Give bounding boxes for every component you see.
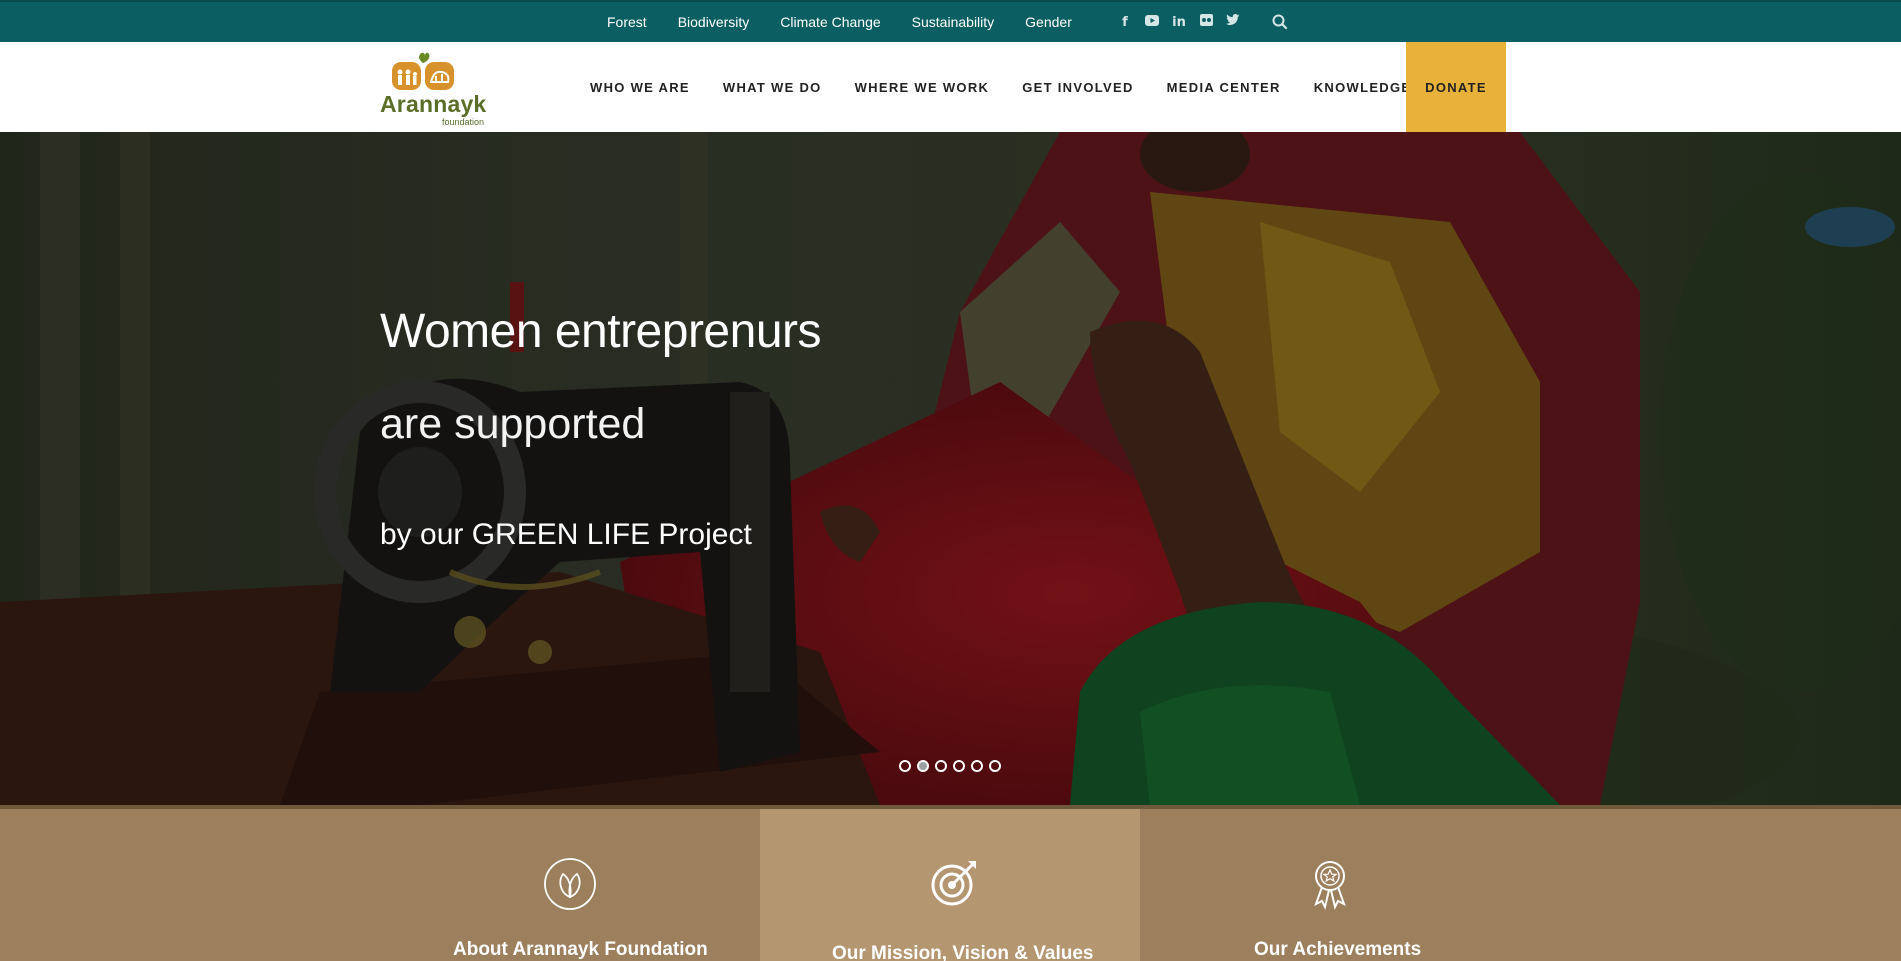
nav-get-involved[interactable]: GET INVOLVED	[1022, 80, 1133, 95]
slider-dot[interactable]	[953, 760, 965, 772]
hero-tagline: by our GREEN LIFE Project	[380, 518, 752, 551]
nav-who-we-are[interactable]: WHO WE ARE	[590, 80, 690, 95]
search-icon[interactable]	[1271, 13, 1289, 31]
twitter-icon[interactable]	[1225, 14, 1241, 30]
hero-subheading: are supported	[380, 400, 646, 448]
slider-dot[interactable]	[935, 760, 947, 772]
site-logo[interactable]: Arannayk foundation	[378, 52, 486, 127]
slider-pagination	[899, 760, 1001, 772]
topic-link-forest[interactable]: Forest	[607, 14, 647, 30]
hero-slider: Women entreprenurs are supported by our …	[0, 132, 1901, 805]
feature-title: Our Achievements	[1254, 939, 1422, 960]
top-utility-bar: Forest Biodiversity Climate Change Susta…	[0, 0, 1901, 42]
logo-mark-icon	[392, 52, 454, 90]
slider-dot-active[interactable]	[917, 760, 929, 772]
facebook-icon[interactable]: f	[1117, 15, 1133, 30]
flickr-icon[interactable]	[1198, 14, 1214, 30]
donate-button[interactable]: DONATE	[1406, 42, 1506, 132]
main-header: Arannayk foundation WHO WE ARE WHAT WE D…	[0, 42, 1901, 132]
slider-dot[interactable]	[971, 760, 983, 772]
logo-wordmark: Arannayk	[380, 91, 487, 117]
social-links: f in	[1117, 2, 1241, 42]
feature-about[interactable]: About Arannayk Foundation	[0, 809, 760, 961]
hero-background-image	[0, 132, 1901, 805]
target-icon	[931, 861, 976, 906]
topic-link-biodiversity[interactable]: Biodiversity	[678, 14, 750, 30]
leaf-icon	[544, 858, 596, 910]
topic-link-sustainability[interactable]: Sustainability	[912, 14, 995, 30]
feature-title: Our Mission, Vision & Values	[832, 943, 1094, 961]
nav-knowledge[interactable]: KNOWLEDGE	[1314, 80, 1412, 95]
linkedin-icon[interactable]: in	[1171, 15, 1187, 30]
feature-blocks: About Arannayk Foundation Our Mission, V…	[0, 805, 1901, 961]
nav-what-we-do[interactable]: WHAT WE DO	[723, 80, 822, 95]
youtube-icon[interactable]	[1144, 14, 1160, 30]
main-nav: WHO WE ARE WHAT WE DO WHERE WE WORK GET …	[590, 42, 1444, 132]
feature-achievements[interactable]: Our Achievements	[1140, 809, 1901, 961]
hero-heading: Women entreprenurs	[380, 305, 822, 358]
topic-link-climate-change[interactable]: Climate Change	[780, 14, 880, 30]
slider-dot[interactable]	[989, 760, 1001, 772]
feature-mission[interactable]: Our Mission, Vision & Values	[760, 809, 1140, 961]
award-ribbon-icon	[1314, 861, 1346, 910]
slider-dot[interactable]	[899, 760, 911, 772]
nav-where-we-work[interactable]: WHERE WE WORK	[855, 80, 990, 95]
topic-links: Forest Biodiversity Climate Change Susta…	[607, 2, 1103, 42]
nav-media-center[interactable]: MEDIA CENTER	[1167, 80, 1281, 95]
logo-subtitle: foundation	[442, 117, 485, 127]
topic-link-gender[interactable]: Gender	[1025, 14, 1072, 30]
feature-title: About Arannayk Foundation	[453, 939, 708, 960]
